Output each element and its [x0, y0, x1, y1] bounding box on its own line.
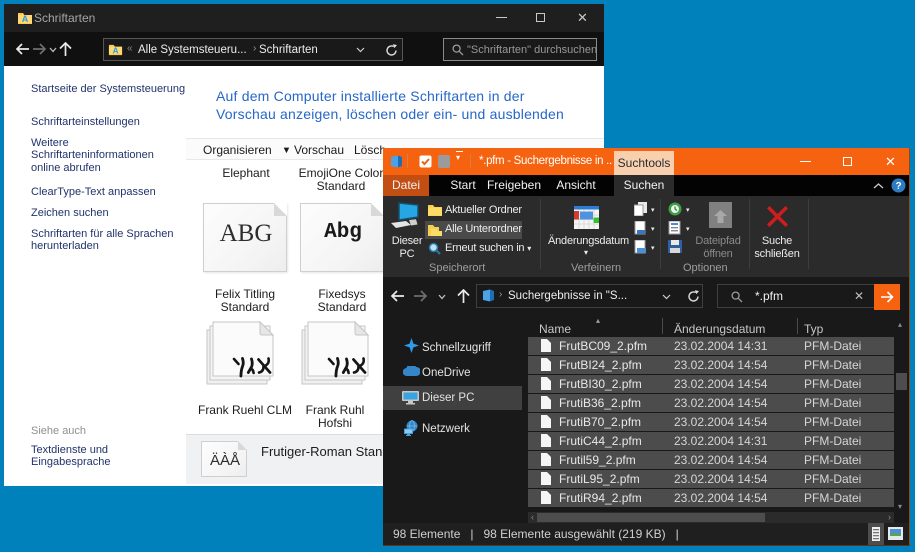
svg-text:?: ? [895, 181, 901, 192]
svg-text:A: A [22, 14, 29, 24]
svg-text:A: A [112, 45, 118, 55]
